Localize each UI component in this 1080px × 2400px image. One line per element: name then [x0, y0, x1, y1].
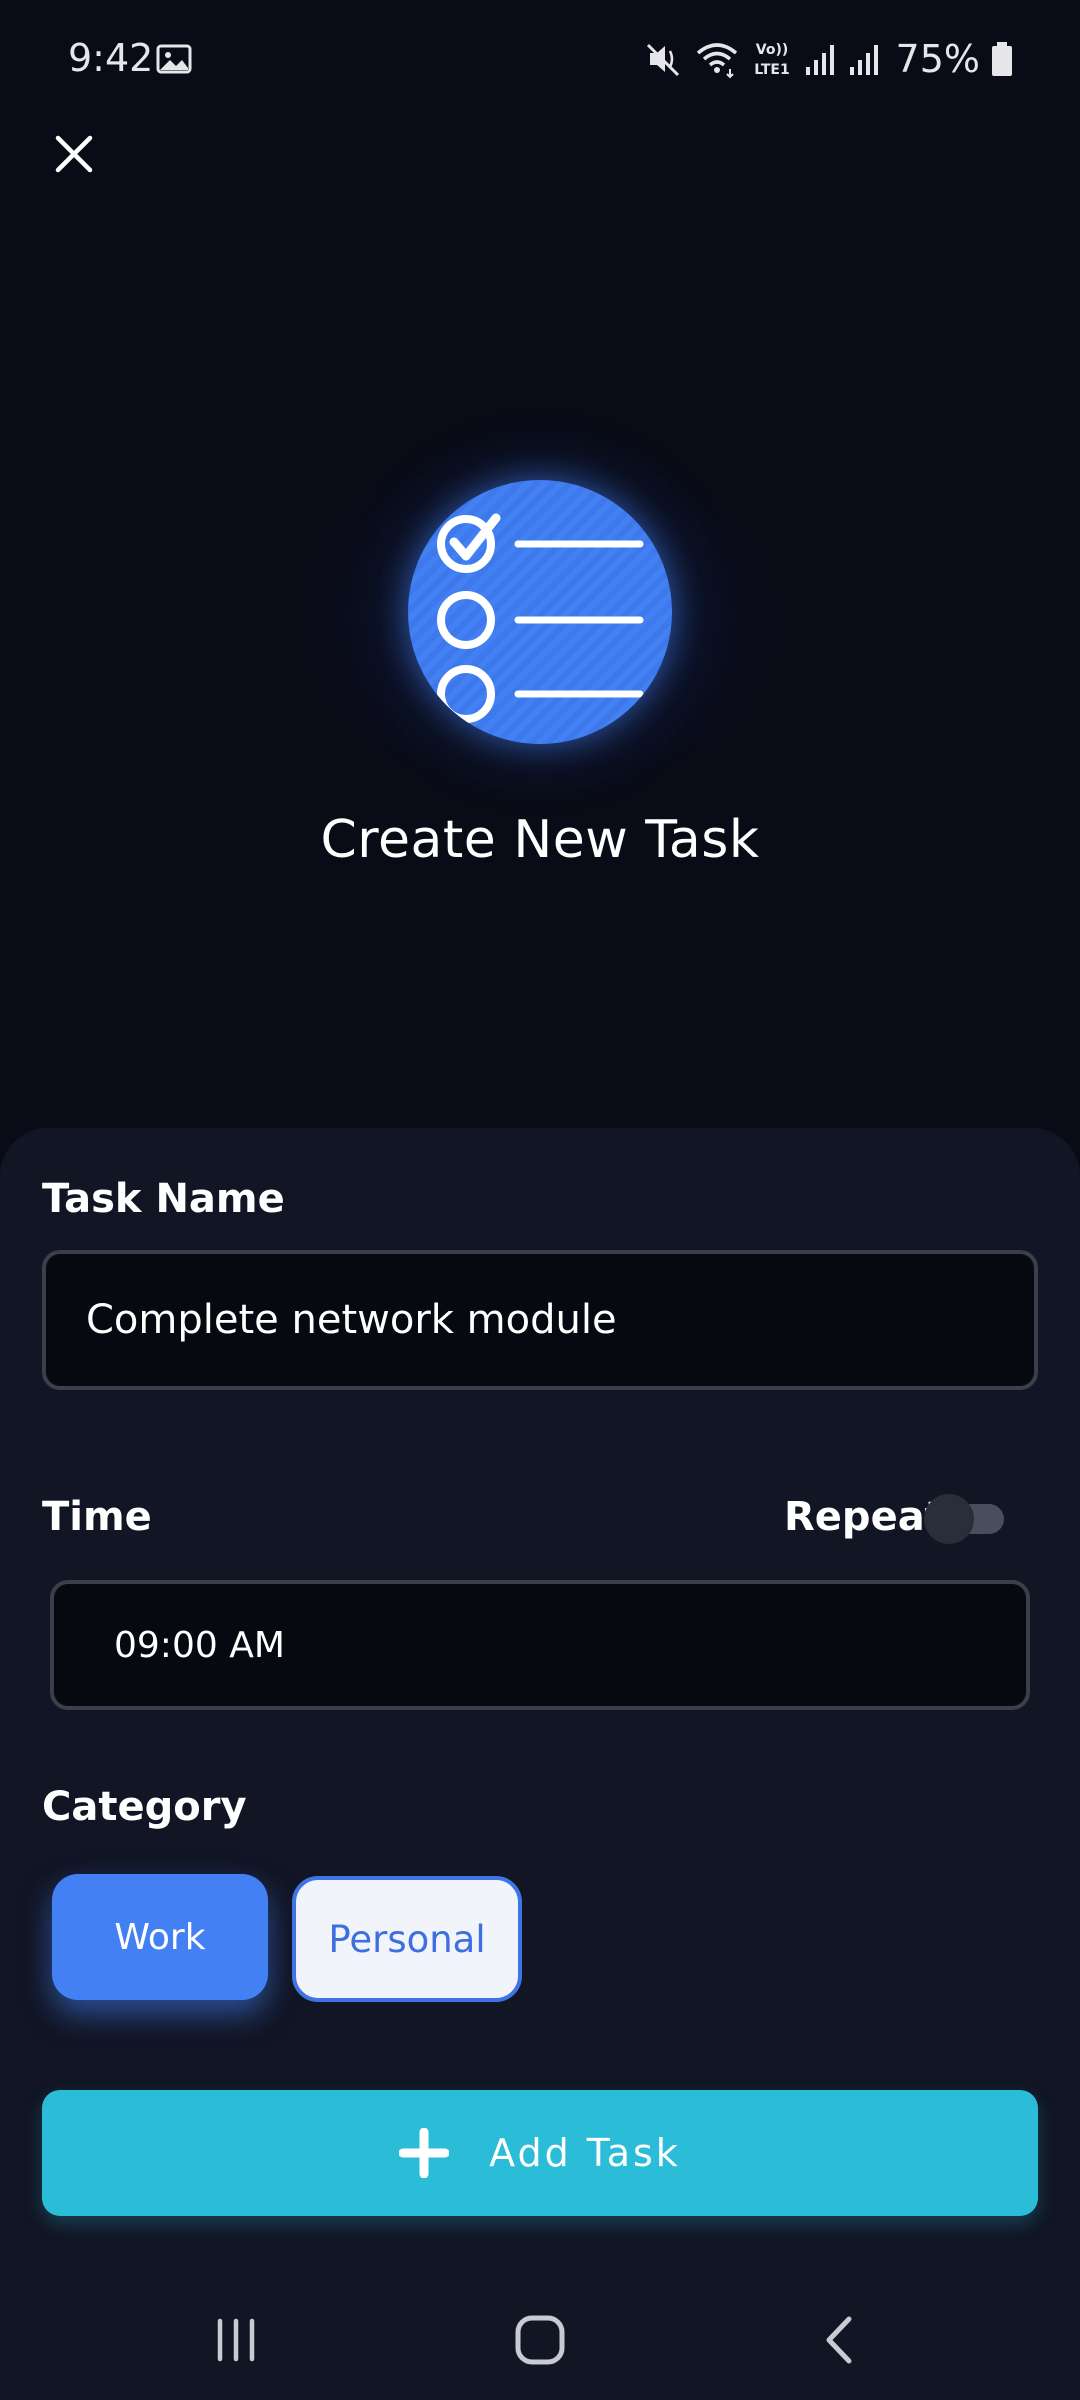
navigation-bar — [0, 2280, 1080, 2400]
battery-icon — [992, 42, 1012, 76]
task-name-input[interactable]: Complete network module — [42, 1250, 1038, 1390]
repeat-toggle[interactable] — [924, 1494, 1006, 1544]
signal-icon — [805, 45, 834, 75]
plus-icon — [399, 2128, 450, 2178]
time-input[interactable]: 09:00 AM — [50, 1580, 1030, 1710]
page-title: Create New Task — [320, 810, 760, 870]
checklist-icon — [408, 480, 672, 744]
home-button[interactable] — [500, 2308, 580, 2372]
category-chip-work[interactable]: Work — [52, 1874, 268, 2000]
category-chip-personal[interactable]: Personal — [292, 1876, 522, 2002]
task-name-value: Complete network module — [86, 1297, 617, 1343]
status-icons: Vo)) LTE1 75% — [644, 34, 1014, 84]
close-icon — [55, 135, 93, 173]
back-button[interactable] — [800, 2308, 880, 2372]
time-value: 09:00 AM — [114, 1624, 285, 1666]
recent-apps-icon — [217, 2318, 255, 2362]
volte-bottom-text: LTE1 — [754, 62, 789, 78]
task-name-label: Task Name — [42, 1176, 285, 1222]
add-task-label: Add Task — [489, 2131, 681, 2175]
home-icon — [515, 2315, 565, 2365]
repeat-label: Repeat — [784, 1494, 944, 1540]
status-time: 9:42 — [68, 36, 154, 80]
volte-top-text: Vo)) — [755, 42, 787, 58]
wifi-icon — [696, 43, 737, 79]
close-button[interactable] — [44, 124, 104, 184]
category-label: Category — [42, 1784, 247, 1830]
status-bar: 9:42 Vo)) LTE1 75% — [0, 0, 1080, 118]
add-task-button[interactable]: Add Task — [42, 2090, 1038, 2216]
mute-icon — [646, 43, 679, 77]
back-icon — [826, 2316, 852, 2364]
time-label: Time — [42, 1494, 152, 1540]
recent-apps-button[interactable] — [196, 2308, 276, 2372]
battery-percent: 75% — [895, 37, 980, 81]
create-task-screen: 9:42 Vo)) LTE1 75% Create New Task Task … — [0, 0, 1080, 2400]
toggle-thumb — [924, 1494, 974, 1544]
gallery-icon — [156, 44, 192, 74]
volte-icon: Vo)) LTE1 — [754, 42, 789, 78]
signal-icon-2 — [849, 45, 878, 75]
